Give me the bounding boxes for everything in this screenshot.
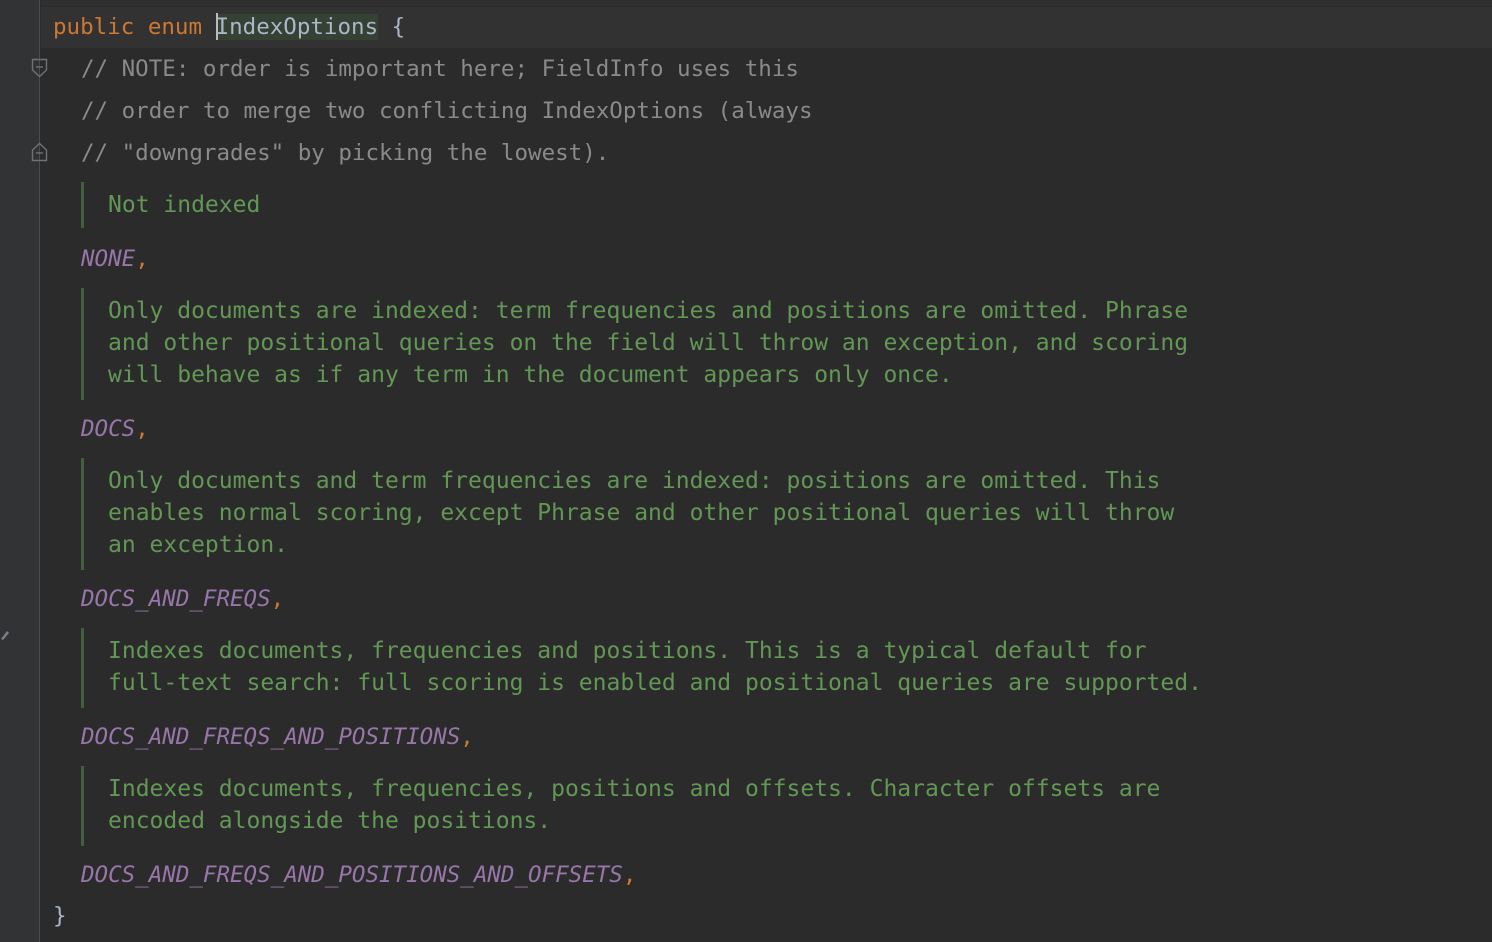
edit-marker-icon bbox=[0, 627, 10, 641]
doc-text-line: Only documents are indexed: term frequen… bbox=[108, 298, 1189, 324]
doc-text-line: will behave as if any term in the docume… bbox=[108, 362, 953, 388]
fold-end-icon[interactable] bbox=[31, 142, 48, 162]
comma: , bbox=[270, 586, 285, 612]
enum-constant[interactable]: DOCS, bbox=[81, 414, 149, 444]
doc-text-line: Only documents and term frequencies are … bbox=[108, 468, 1161, 494]
doc-text-line: Not indexed bbox=[108, 192, 261, 218]
enum-constant[interactable]: DOCS_AND_FREQS, bbox=[81, 584, 284, 614]
constant-name: NONE bbox=[81, 246, 136, 272]
constant-name: DOCS_AND_FREQS_AND_POSITIONS bbox=[81, 724, 461, 750]
rendered-doc-comment[interactable]: Only documents are indexed: term frequen… bbox=[81, 288, 1481, 400]
comma: , bbox=[622, 862, 637, 888]
comma: , bbox=[135, 246, 149, 272]
enum-constant[interactable]: DOCS_AND_FREQS_AND_POSITIONS_AND_OFFSETS… bbox=[81, 860, 636, 890]
class-name-text: IndexOptions bbox=[215, 14, 379, 40]
rendered-doc-comment[interactable]: Indexes documents, frequencies and posit… bbox=[81, 628, 1481, 708]
doc-text-line: an exception. bbox=[108, 532, 289, 558]
constant-name: DOCS bbox=[81, 416, 136, 442]
comment-line[interactable]: // "downgrades" by picking the lowest). bbox=[81, 138, 609, 168]
comment-line[interactable]: // NOTE: order is important here; FieldI… bbox=[81, 54, 799, 84]
constant-name: DOCS_AND_FREQS_AND_POSITIONS_AND_OFFSETS bbox=[81, 862, 623, 888]
doc-text-line: full-text search: full scoring is enable… bbox=[108, 670, 1202, 696]
doc-text-line: Indexes documents, frequencies and posit… bbox=[108, 638, 1147, 664]
doc-text-line: Indexes documents, frequencies, position… bbox=[108, 776, 1161, 802]
doc-text-line: enables normal scoring, except Phrase an… bbox=[108, 500, 1175, 526]
fold-start-icon[interactable] bbox=[31, 58, 48, 78]
doc-text-line: and other positional queries on the fiel… bbox=[108, 330, 1189, 356]
rendered-doc-comment[interactable]: Only documents and term frequencies are … bbox=[81, 458, 1481, 570]
doc-text-line: encoded alongside the positions. bbox=[108, 808, 552, 834]
enum-constant[interactable]: DOCS_AND_FREQS_AND_POSITIONS, bbox=[81, 722, 474, 752]
close-brace[interactable]: } bbox=[53, 901, 67, 931]
enum-keyword: enum bbox=[147, 14, 203, 40]
comma: , bbox=[460, 724, 474, 750]
modifier-keyword: public bbox=[53, 14, 135, 40]
comment-line[interactable]: // order to merge two conflicting IndexO… bbox=[81, 96, 813, 126]
constant-name: DOCS_AND_FREQS bbox=[81, 586, 271, 612]
class-name[interactable]: IndexOptions bbox=[215, 13, 379, 40]
enum-constant[interactable]: NONE, bbox=[81, 244, 149, 274]
enum-declaration[interactable]: public enum IndexOptions { bbox=[53, 12, 405, 42]
rendered-doc-comment[interactable]: Indexes documents, frequencies, position… bbox=[81, 766, 1481, 846]
open-brace: { bbox=[391, 14, 406, 40]
comma: , bbox=[135, 416, 149, 442]
previous-line-edge bbox=[41, 0, 1492, 6]
rendered-doc-comment[interactable]: Not indexed bbox=[81, 182, 1481, 228]
